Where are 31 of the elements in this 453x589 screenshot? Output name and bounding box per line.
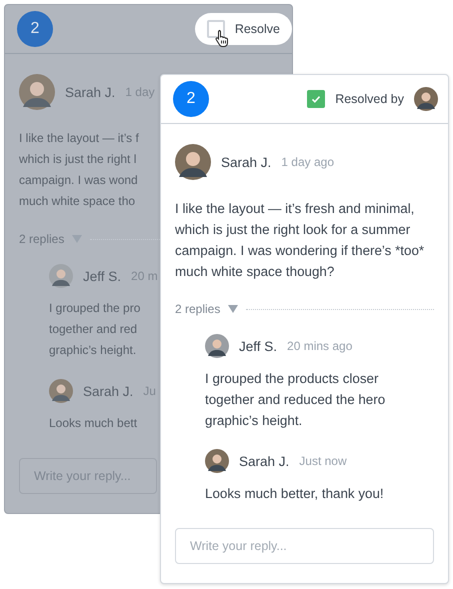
resolve-button[interactable]: Resolve [194,13,292,45]
reply-text: I grouped the products closer together and reduced the hero graphic’s height. [205,370,386,430]
avatar [205,449,229,473]
comment-text: I like the layout — it’s fresh and minimal, which is just the right look for a summer campaign. I was wondering if there’s *too* much white space though? [175,200,424,281]
author-name: Sarah J. [239,454,290,468]
hand-cursor-icon [214,29,229,47]
avatar [175,144,211,180]
avatar [414,87,438,111]
author-name: Jeff S. [83,268,122,284]
avatar [49,264,73,288]
author-name: Sarah J. [221,154,272,170]
thread-number-badge: 2 [173,81,209,117]
reply-input-field[interactable]: Write your reply... [175,528,434,564]
comment-time: 1 day ago [281,155,334,169]
author-name: Jeff S. [239,338,278,354]
replies-toggle[interactable]: 2 replies [175,302,220,316]
resolve-checkbox[interactable] [307,90,326,108]
comment-time: Just now [299,454,347,468]
resolve-control[interactable]: Resolved by [307,87,438,111]
avatar [49,379,73,403]
avatar [19,74,55,110]
reply-text: Looks much bett [49,415,138,432]
avatar [205,334,229,358]
reply-text: Looks much better, thank you! [205,485,384,503]
comment-text: I like the layout — it’s f which is just the right l campaign. I was wond much white space tho [19,130,139,210]
thread-number-badge: 2 [17,11,53,47]
reply-text: I grouped the pro together and red graphic’s height. [49,300,140,359]
caret-down-icon[interactable] [228,305,238,313]
comment-time: 20 mins ago [287,339,352,353]
author-name: Sarah J. [65,84,116,100]
author-name: Sarah J. [83,384,134,398]
